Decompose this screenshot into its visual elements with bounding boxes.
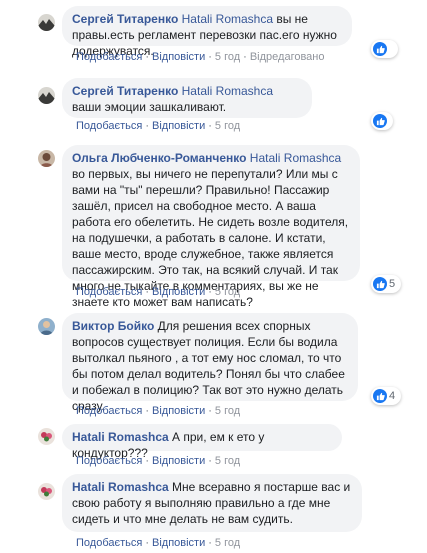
like-link[interactable]: Подобається bbox=[76, 286, 142, 298]
comment-mention[interactable]: Hatali Romashca bbox=[250, 151, 341, 165]
like-link[interactable]: Подобається bbox=[76, 405, 142, 417]
comment-text: Для решения всех спорных вопросов сущест… bbox=[72, 319, 345, 413]
reply-link[interactable]: Відповісти bbox=[152, 120, 205, 132]
comment-bubble: Ольга Любченко-Романченко Hatali Romashc… bbox=[62, 145, 360, 309]
comment-author[interactable]: Виктор Бойко bbox=[72, 319, 154, 333]
like-icon bbox=[373, 389, 387, 403]
separator: · bbox=[243, 51, 247, 63]
separator: · bbox=[145, 537, 149, 549]
comment-bubble: Hatali Romashca А при, ем к ето у кондук… bbox=[62, 424, 342, 460]
like-link[interactable]: Подобається bbox=[76, 537, 142, 549]
like-icon bbox=[373, 277, 387, 291]
like-link[interactable]: Подобається bbox=[76, 51, 142, 63]
separator: · bbox=[145, 120, 149, 132]
separator: · bbox=[145, 405, 149, 417]
comment-bubble: Виктор Бойко Для решения всех спорных во… bbox=[62, 313, 358, 413]
landscape-avatar-icon[interactable] bbox=[38, 87, 55, 104]
reaction-count: 4 bbox=[389, 390, 396, 402]
like-icon bbox=[373, 114, 387, 128]
comment-time[interactable]: 5 год bbox=[215, 405, 240, 417]
reply-link[interactable]: Відповісти bbox=[152, 537, 205, 549]
reply-link[interactable]: Відповісти bbox=[152, 405, 205, 417]
comment-actions: Подобається · Відповісти · 5 год bbox=[76, 120, 240, 133]
separator: · bbox=[145, 51, 149, 63]
comment-time[interactable]: 5 год bbox=[215, 286, 240, 298]
separator: · bbox=[208, 405, 212, 417]
separator: · bbox=[208, 455, 212, 467]
comment-actions: Подобається · Відповісти · 5 год · Відредагова… bbox=[76, 51, 325, 64]
comment-author[interactable]: Hatali Romashca bbox=[72, 430, 169, 444]
separator: · bbox=[145, 455, 149, 467]
comment-bubble: Сергей Титаренко Hatali Romashca вы не п… bbox=[62, 6, 352, 58]
comment-time[interactable]: 5 год bbox=[215, 455, 240, 467]
comment-author[interactable]: Сергей Титаренко bbox=[72, 12, 178, 26]
comment-actions: Подобається · Відповісти · 5 год bbox=[76, 405, 240, 418]
like-link[interactable]: Подобається bbox=[76, 120, 142, 132]
comment-time[interactable]: 5 год bbox=[215, 51, 240, 63]
reply-link[interactable]: Відповісти bbox=[152, 286, 205, 298]
separator: · bbox=[208, 51, 212, 63]
reaction-badge[interactable] bbox=[371, 40, 398, 58]
comment-mention[interactable]: Hatali Romashca bbox=[182, 84, 273, 98]
flower-avatar-icon[interactable] bbox=[38, 483, 55, 500]
comment-author[interactable]: Сергей Титаренко bbox=[72, 84, 178, 98]
separator: · bbox=[145, 286, 149, 298]
woman-avatar-icon[interactable] bbox=[38, 150, 55, 167]
reaction-badge[interactable]: 5 bbox=[371, 275, 401, 293]
comment-time[interactable]: 5 год bbox=[215, 120, 240, 132]
comment-mention[interactable]: Hatali Romashca bbox=[182, 12, 273, 26]
comment-bubble: Сергей Титаренко Hatali Romashca ваши эм… bbox=[62, 78, 312, 118]
reaction-count: 5 bbox=[389, 278, 396, 290]
comment-author[interactable]: Hatali Romashca bbox=[72, 480, 169, 494]
edited-label[interactable]: Відредаговано bbox=[250, 51, 325, 63]
reaction-badge[interactable] bbox=[371, 112, 393, 130]
separator: · bbox=[208, 537, 212, 549]
separator: · bbox=[208, 120, 212, 132]
comment-author[interactable]: Ольга Любченко-Романченко bbox=[72, 151, 246, 165]
reply-link[interactable]: Відповісти bbox=[152, 455, 205, 467]
comment-bubble: Hatali Romashca Мне всеравно я постарше … bbox=[62, 474, 362, 532]
flower-avatar-icon[interactable] bbox=[38, 428, 55, 445]
like-link[interactable]: Подобається bbox=[76, 455, 142, 467]
comment-text: ваши эмоции зашкаливают. bbox=[72, 100, 227, 114]
reply-link[interactable]: Відповісти bbox=[152, 51, 205, 63]
man-avatar-icon[interactable] bbox=[38, 318, 55, 335]
comment-actions: Подобається · Відповісти · 5 год bbox=[76, 537, 240, 550]
comment-time[interactable]: 5 год bbox=[215, 537, 240, 549]
comment-actions: Подобається · Відповісти · 5 год bbox=[76, 286, 240, 299]
landscape-avatar-icon[interactable] bbox=[38, 14, 55, 31]
like-icon bbox=[373, 42, 387, 56]
comment-actions: Подобається · Відповісти · 5 год bbox=[76, 455, 240, 468]
separator: · bbox=[208, 286, 212, 298]
reaction-badge[interactable]: 4 bbox=[371, 387, 401, 405]
